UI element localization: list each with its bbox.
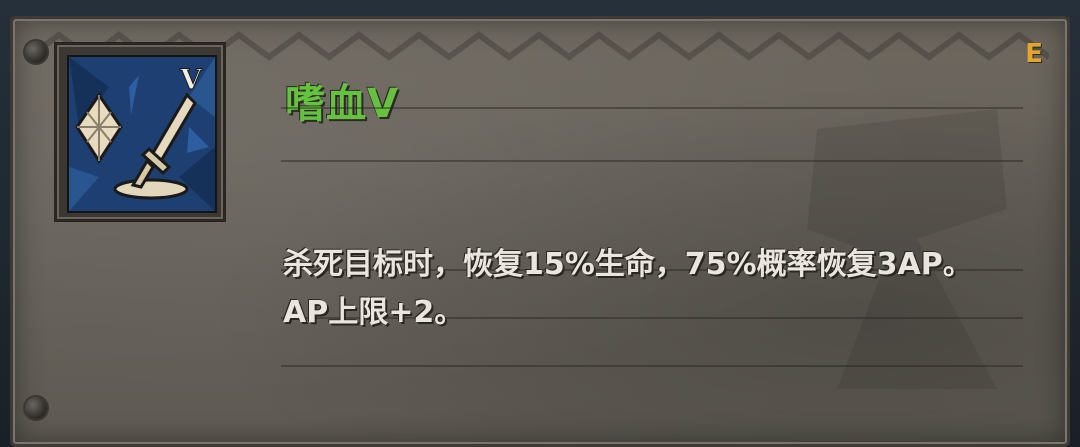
skill-icon-frame: V — [54, 42, 226, 222]
divider-5 — [281, 365, 1023, 367]
divider-2 — [281, 160, 1023, 162]
crystal-and-sword-icon: V — [69, 57, 215, 211]
divider-1 — [281, 107, 1023, 109]
bolt-top-left — [25, 41, 47, 63]
skill-description: 杀死目标时，恢复15%生命，75%概率恢复3AP。AP上限+2。 — [283, 247, 973, 330]
bolt-bottom-left — [25, 397, 47, 419]
skill-icon-inner: V — [67, 55, 217, 213]
skill-rank-label: V — [179, 63, 203, 96]
hotkey-label: E — [1025, 39, 1043, 69]
skill-title: 嗜血V — [285, 81, 399, 127]
